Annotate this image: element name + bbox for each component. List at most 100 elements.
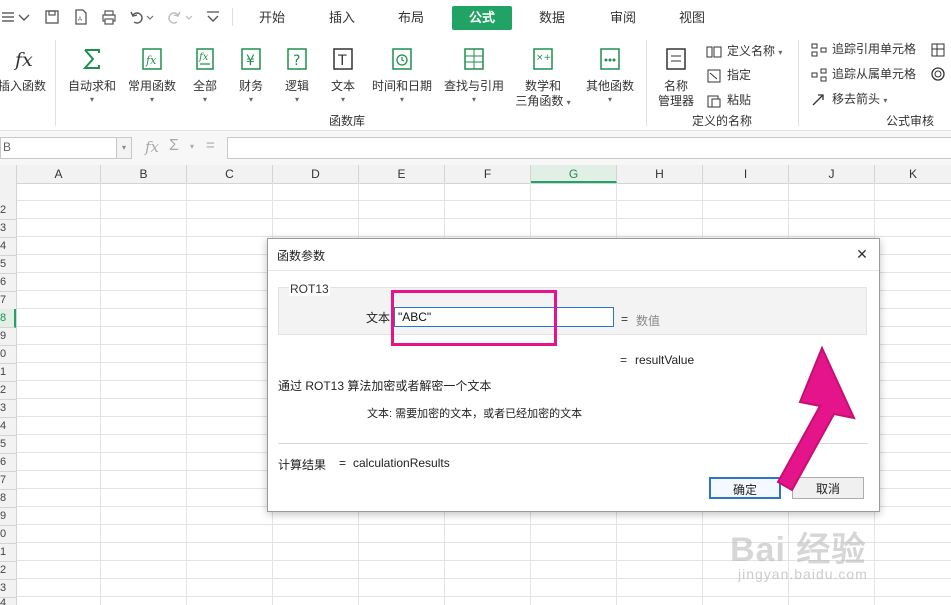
row-header[interactable]: 2: [0, 561, 16, 580]
chevron-down-icon: ▾: [202, 95, 207, 104]
math-trig-button[interactable]: ×+ 数学和 三角函数 ▾: [512, 46, 574, 110]
date-time-button[interactable]: 时间和日期 ▾: [370, 46, 434, 104]
name-box[interactable]: B ▾: [0, 137, 132, 159]
row-header[interactable]: 5: [0, 255, 16, 274]
print-icon[interactable]: [101, 9, 117, 25]
undo-icon[interactable]: [129, 9, 145, 25]
column-header[interactable]: F: [445, 165, 531, 183]
specify-icon: [707, 69, 721, 83]
column-header[interactable]: H: [617, 165, 703, 183]
name-manager-label-2: 管理器: [657, 94, 694, 108]
fx-star-icon: fx: [126, 46, 178, 75]
watch-window-icon[interactable]: [930, 42, 946, 61]
save-icon[interactable]: [44, 9, 60, 25]
row-header[interactable]: 4: [0, 237, 16, 256]
more-functions-icon: [582, 46, 638, 75]
common-functions-button[interactable]: fx 常用函数 ▾: [126, 46, 178, 104]
customize-toolbar-icon[interactable]: [205, 9, 221, 25]
row-header[interactable]: 7: [0, 291, 16, 310]
trace-dependents-button[interactable]: 追踪从属单元格: [811, 64, 916, 84]
select-all-corner[interactable]: [0, 165, 17, 183]
close-icon[interactable]: ✕: [853, 245, 871, 263]
text-t-icon: T: [326, 46, 360, 75]
chevron-down-icon: ▾: [340, 95, 345, 104]
row-header[interactable]: 2: [0, 201, 16, 220]
financial-button[interactable]: ¥ 财务 ▾: [234, 46, 268, 104]
logical-label: 逻辑: [284, 79, 309, 93]
row-header[interactable]: 0: [0, 525, 16, 544]
tab-insert[interactable]: 插入: [322, 6, 362, 30]
row-header[interactable]: 7: [0, 471, 16, 490]
tab-data[interactable]: 数据: [532, 6, 572, 30]
define-name-button[interactable]: 定义名称 ▾: [706, 41, 782, 61]
svg-text:A: A: [78, 17, 82, 23]
row-header[interactable]: 1: [0, 543, 16, 562]
text-functions-button[interactable]: T 文本 ▾: [326, 46, 360, 104]
evaluate-formula-icon[interactable]: [930, 66, 946, 85]
name-manager-button[interactable]: 名称 管理器: [654, 46, 698, 109]
redo-dropdown-icon[interactable]: [185, 9, 201, 25]
row-header[interactable]: 8: [0, 489, 16, 508]
function-name: ROT13: [289, 282, 330, 296]
tab-home[interactable]: 开始: [252, 6, 292, 30]
chevron-down-icon: ▾: [89, 95, 94, 104]
tab-formulas[interactable]: 公式: [452, 6, 512, 30]
toolbar-divider: [232, 8, 233, 26]
fx-icon[interactable]: fx: [145, 138, 159, 156]
remove-arrows-button[interactable]: 移去箭头 ▾: [811, 89, 887, 109]
equals-icon[interactable]: =: [206, 137, 215, 154]
result-equals: =: [620, 353, 628, 367]
chevron-down-icon[interactable]: ▾: [190, 142, 194, 151]
row-header[interactable]: 5: [0, 435, 16, 454]
other-functions-button[interactable]: 其他函数 ▾: [582, 46, 638, 104]
row-header[interactable]: 0: [0, 345, 16, 364]
tab-view[interactable]: 视图: [672, 6, 712, 30]
title-bar: A 开始 插入 布局 公式 数据 审阅 视图: [0, 0, 951, 34]
row-header[interactable]: 2: [0, 381, 16, 400]
column-header-selected[interactable]: G: [531, 165, 617, 183]
insert-function-button[interactable]: fx 插入函数: [0, 46, 48, 94]
specify-button[interactable]: 指定: [706, 65, 751, 85]
redo-icon[interactable]: [166, 9, 182, 25]
sigma-icon[interactable]: Σ: [169, 137, 179, 155]
column-header[interactable]: E: [359, 165, 445, 183]
row-header[interactable]: 9: [0, 327, 16, 346]
row-header[interactable]: 1: [0, 363, 16, 382]
column-header[interactable]: D: [273, 165, 359, 183]
column-header[interactable]: B: [101, 165, 187, 183]
column-header[interactable]: C: [187, 165, 273, 183]
all-functions-button[interactable]: fx 全部 ▾: [188, 46, 222, 104]
row-header[interactable]: 9: [0, 507, 16, 526]
row-header-selected[interactable]: 8: [0, 309, 16, 328]
row-header[interactable]: 6: [0, 273, 16, 292]
lookup-reference-button[interactable]: 查找与引用 ▾: [442, 46, 506, 104]
row-header[interactable]: 3: [0, 579, 16, 598]
chevron-down-icon[interactable]: [17, 9, 33, 25]
calculation-result-value: calculationResults: [353, 456, 450, 470]
financial-label: 财务: [238, 79, 263, 93]
chevron-down-icon: ▾: [149, 95, 154, 104]
column-header[interactable]: J: [789, 165, 875, 183]
paste-name-button[interactable]: 粘贴: [706, 90, 751, 110]
export-pdf-icon[interactable]: A: [73, 9, 89, 25]
column-header[interactable]: I: [703, 165, 789, 183]
autosum-button[interactable]: 自动求和 ▾: [66, 46, 118, 104]
logical-button[interactable]: ? 逻辑 ▾: [280, 46, 314, 104]
column-header[interactable]: K: [875, 165, 951, 183]
chevron-down-icon[interactable]: ▾: [116, 138, 131, 158]
formula-input[interactable]: [227, 137, 951, 159]
row-header[interactable]: 3: [0, 219, 16, 238]
tab-review[interactable]: 审阅: [603, 6, 643, 30]
row-header[interactable]: 4: [0, 417, 16, 436]
row-header[interactable]: 3: [0, 399, 16, 418]
remove-arrows-icon: [812, 94, 824, 106]
undo-dropdown-icon[interactable]: [146, 9, 162, 25]
column-header[interactable]: A: [17, 165, 101, 183]
svg-text:×+: ×+: [536, 53, 551, 63]
all-functions-label: 全部: [192, 79, 217, 93]
trace-precedents-button[interactable]: 追踪引用单元格: [811, 39, 916, 59]
menu-icon[interactable]: [0, 9, 16, 25]
row-header[interactable]: 6: [0, 453, 16, 472]
tab-layout[interactable]: 布局: [391, 6, 431, 30]
row-header[interactable]: 4: [0, 597, 16, 605]
